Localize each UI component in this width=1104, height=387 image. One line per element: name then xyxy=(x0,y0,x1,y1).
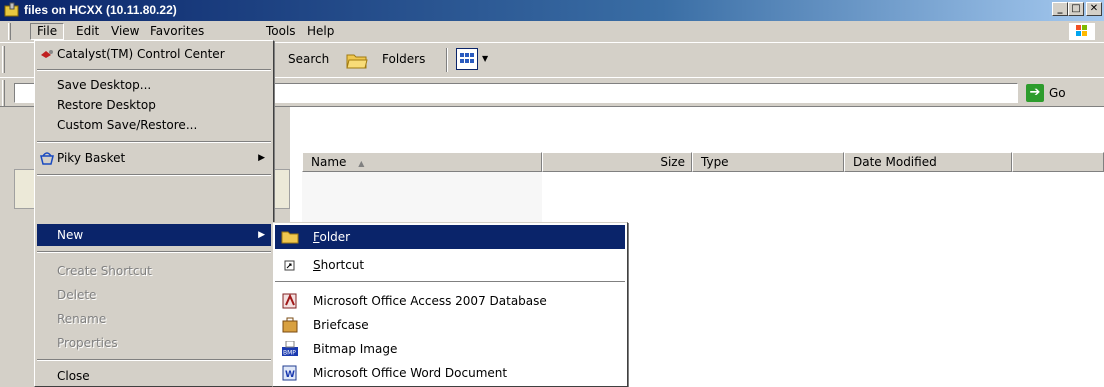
catalyst-icon xyxy=(41,50,53,58)
search-button[interactable]: Search xyxy=(288,52,329,66)
menu-tools[interactable]: Tools xyxy=(260,23,302,40)
column-header-date-modified[interactable]: Date Modified xyxy=(844,152,1012,172)
shortcut-icon xyxy=(284,260,295,271)
toolbar-separator xyxy=(446,48,448,72)
menu-help[interactable]: Help xyxy=(301,23,340,40)
title-bar[interactable]: files on HCXX (10.11.80.22) _ □ ✕ xyxy=(0,0,1104,21)
views-dropdown-arrow-icon[interactable]: ▼ xyxy=(482,54,488,63)
new-item-bitmap-image[interactable]: BMP Bitmap Image xyxy=(275,337,625,361)
views-button[interactable] xyxy=(456,48,478,70)
column-name-label: Name xyxy=(311,155,347,169)
menu-separator xyxy=(37,141,271,143)
new-item-label: older xyxy=(319,230,351,244)
folders-icon xyxy=(346,54,368,69)
menu-item-label: Piky Basket xyxy=(57,151,126,165)
menu-item-create-shortcut[interactable]: Create Shortcut xyxy=(37,260,271,282)
menu-separator xyxy=(37,251,271,253)
access-icon xyxy=(282,293,297,309)
new-item-label: hortcut xyxy=(320,258,365,272)
window-title: files on HCXX (10.11.80.22) xyxy=(24,3,177,17)
new-item-folder[interactable]: Folder xyxy=(275,225,625,249)
folders-button[interactable]: Folders xyxy=(382,52,425,66)
menu-item-restore-desktop[interactable]: Restore Desktop xyxy=(37,94,271,116)
new-item-label: Briefcase xyxy=(313,318,369,332)
toolbar-grip[interactable] xyxy=(2,46,5,73)
menu-item-properties[interactable]: Properties xyxy=(37,332,271,354)
menu-item-delete[interactable]: Delete xyxy=(37,284,271,306)
menu-item-custom-save-restore[interactable]: Custom Save/Restore... xyxy=(37,114,271,136)
menu-item-label: Catalyst(TM) Control Center xyxy=(57,47,225,61)
new-item-label: Microsoft Office Word Document xyxy=(313,366,508,380)
sort-ascending-icon: ▲ xyxy=(358,159,365,168)
briefcase-icon xyxy=(282,317,298,333)
new-item-word-document[interactable]: W Microsoft Office Word Document xyxy=(275,361,625,385)
column-header-filler xyxy=(1012,152,1104,172)
basket-icon xyxy=(40,152,54,165)
menu-bar: File Edit View Favorites Tools Help xyxy=(0,21,1104,42)
menu-separator xyxy=(275,281,625,283)
menu-item-close[interactable]: Close xyxy=(37,365,271,387)
go-button[interactable]: ➔ Go xyxy=(1026,83,1072,103)
svg-text:W: W xyxy=(285,370,295,380)
bitmap-icon: BMP xyxy=(282,341,298,357)
new-submenu: Folder Shortcut Microsoft Office Access … xyxy=(272,222,628,387)
close-button[interactable]: ✕ xyxy=(1086,2,1102,16)
menu-item-catalyst-control-center[interactable]: Catalyst(TM) Control Center xyxy=(37,43,271,65)
word-icon: W xyxy=(282,365,297,381)
new-item-label: Microsoft Office Access 2007 Database xyxy=(313,294,547,308)
addressbar-grip[interactable] xyxy=(2,80,5,107)
menu-file[interactable]: File xyxy=(30,23,65,40)
column-headers: Name ▲ Size Type Date Modified xyxy=(302,152,1104,172)
menu-edit[interactable]: Edit xyxy=(70,23,105,40)
new-item-shortcut[interactable]: Shortcut xyxy=(275,253,625,277)
submenu-arrow-icon: ▶ xyxy=(258,230,265,240)
column-header-type[interactable]: Type xyxy=(692,152,844,172)
menu-item-rename[interactable]: Rename xyxy=(37,308,271,330)
menu-item-new[interactable]: New ▶ xyxy=(37,224,271,246)
menu-favorites[interactable]: Favorites xyxy=(144,23,210,40)
new-item-briefcase[interactable]: Briefcase xyxy=(275,313,625,337)
new-item-access-database[interactable]: Microsoft Office Access 2007 Database xyxy=(275,289,625,313)
column-header-size[interactable]: Size xyxy=(542,152,692,172)
menubar-grip[interactable] xyxy=(8,23,11,40)
new-item-label: Bitmap Image xyxy=(313,342,398,356)
menu-separator xyxy=(37,69,271,71)
maximize-button[interactable]: □ xyxy=(1068,2,1084,16)
accelerator-key: S xyxy=(313,258,321,272)
folder-icon xyxy=(281,231,299,244)
views-icon xyxy=(460,53,474,63)
menu-item-label: New xyxy=(57,228,84,242)
menu-view[interactable]: View xyxy=(105,23,145,40)
folder-tools-icon xyxy=(4,2,19,17)
menu-item-save-desktop[interactable]: Save Desktop... xyxy=(37,74,271,96)
column-header-name[interactable]: Name ▲ xyxy=(302,152,542,172)
svg-text:BMP: BMP xyxy=(283,350,296,357)
menu-item-piky-basket[interactable]: Piky Basket ▶ xyxy=(37,147,271,169)
file-menu: Catalyst(TM) Control Center Save Desktop… xyxy=(34,40,274,387)
submenu-arrow-icon: ▶ xyxy=(258,153,265,163)
menu-separator xyxy=(37,359,271,361)
menu-separator xyxy=(37,174,271,176)
minimize-button[interactable]: _ xyxy=(1052,2,1068,16)
go-arrow-icon: ➔ xyxy=(1026,84,1044,102)
go-label: Go xyxy=(1049,86,1066,100)
windows-logo-icon xyxy=(1068,22,1096,41)
